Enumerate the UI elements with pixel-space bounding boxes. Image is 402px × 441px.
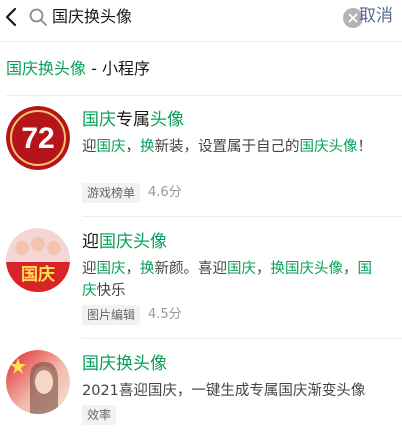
list-item[interactable]: 国庆换头像 2021喜迎国庆，一键生成专属国庆渐变头像 效率 xyxy=(0,340,402,441)
rating: 4.5分 xyxy=(148,307,182,322)
avatar-badge-text: 国庆 xyxy=(21,264,55,285)
search-input[interactable]: 国庆换头像 xyxy=(24,2,363,32)
section-title-highlight: 国庆换头像 xyxy=(6,59,87,78)
mini-program-avatar xyxy=(6,350,70,414)
section-title-suffix: - 小程序 xyxy=(86,59,150,78)
divider xyxy=(82,338,402,339)
category-tag: 游戏榜单 xyxy=(82,183,141,203)
category-tag: 效率 xyxy=(82,405,117,425)
search-icon xyxy=(28,7,48,27)
divider xyxy=(0,41,402,42)
list-item[interactable]: 国庆 迎国庆头像 迎国庆，换新颜。喜迎国庆，换国庆头像，国庆快乐 图片编辑 4.… xyxy=(0,218,402,338)
cancel-button[interactable]: 取消 xyxy=(359,4,393,28)
list-item[interactable]: 72 国庆专属头像 迎国庆，换新装，设置属于自己的国庆头像！ 游戏榜单 4.6分 xyxy=(0,96,402,216)
mini-program-avatar: 72 xyxy=(6,106,70,170)
divider xyxy=(82,216,402,217)
result-title: 国庆专属头像 xyxy=(82,110,184,130)
rating: 4.6分 xyxy=(148,185,182,200)
result-title: 迎国庆头像 xyxy=(82,232,167,252)
search-bar: 国庆换头像 取消 xyxy=(0,0,402,38)
result-description: 迎国庆，换新颜。喜迎国庆，换国庆头像，国庆快乐 xyxy=(82,261,372,299)
category-tag: 图片编辑 xyxy=(82,305,141,325)
result-title: 国庆换头像 xyxy=(82,354,167,374)
search-query: 国庆换头像 xyxy=(52,7,133,26)
avatar-badge-text: 72 xyxy=(21,122,54,155)
result-description: 迎国庆，换新装，设置属于自己的国庆头像！ xyxy=(82,139,372,155)
back-icon[interactable] xyxy=(2,6,22,28)
section-title: 国庆换头像 - 小程序 xyxy=(6,58,150,80)
mini-program-avatar: 国庆 xyxy=(6,228,70,292)
result-description: 2021喜迎国庆，一键生成专属国庆渐变头像 xyxy=(82,383,366,399)
